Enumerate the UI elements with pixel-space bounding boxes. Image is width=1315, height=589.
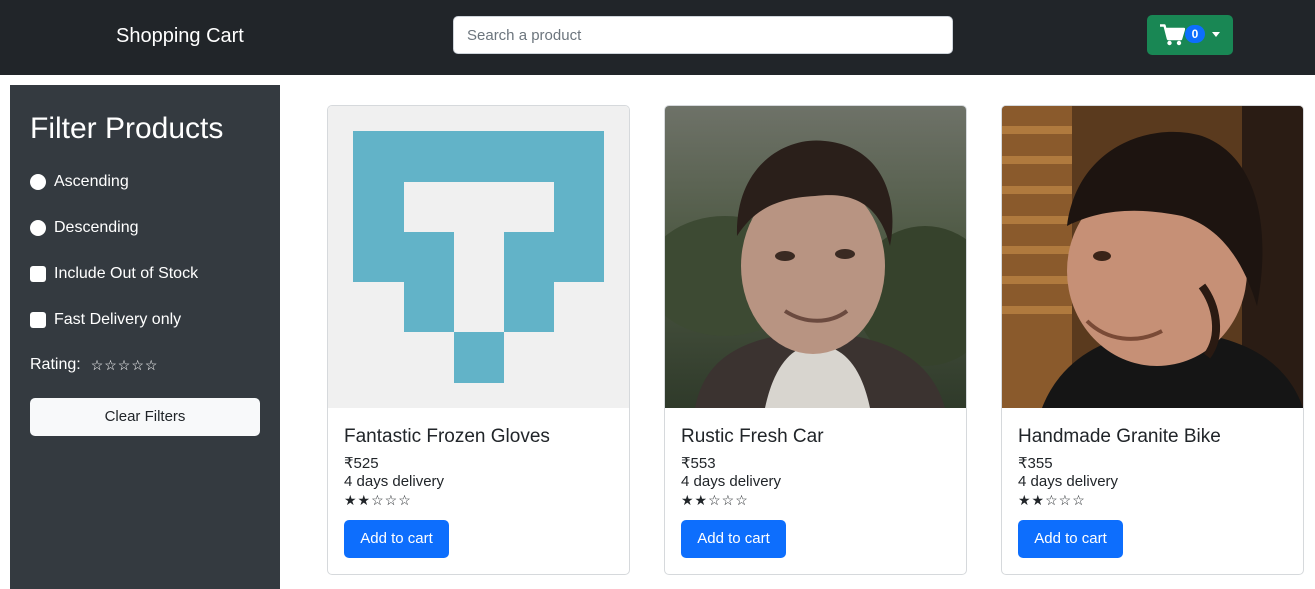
checkbox-icon[interactable] (30, 312, 46, 328)
product-card: Fantastic Frozen Gloves ₹525 4 days deli… (327, 105, 630, 575)
filter-title: Filter Products (30, 112, 224, 145)
add-to-cart-button[interactable]: Add to cart (681, 520, 786, 558)
product-person-photo (665, 106, 966, 408)
checkbox-icon[interactable] (30, 266, 46, 282)
product-title: Rustic Fresh Car (681, 426, 824, 447)
product-rating-stars: ★★☆☆☆ (681, 492, 749, 508)
clear-filters-button[interactable]: Clear Filters (30, 398, 260, 436)
product-price: ₹355 (1018, 455, 1053, 472)
brand-title[interactable]: Shopping Cart (116, 24, 244, 48)
add-to-cart-button[interactable]: Add to cart (1018, 520, 1123, 558)
product-card: Handmade Granite Bike ₹355 4 days delive… (1001, 105, 1304, 575)
product-identicon-image (328, 106, 629, 408)
product-person-photo (1002, 106, 1303, 408)
product-rating-stars: ★★☆☆☆ (344, 492, 412, 508)
product-card: Rustic Fresh Car ₹553 4 days delivery ★★… (664, 105, 967, 575)
sort-ascending-radio[interactable]: Ascending (30, 171, 129, 193)
product-title: Fantastic Frozen Gloves (344, 426, 550, 447)
option-label: Ascending (54, 173, 129, 190)
rating-filter: Rating: ☆☆☆☆☆ (30, 356, 158, 374)
rating-label: Rating: (30, 356, 81, 373)
radio-icon[interactable] (30, 220, 46, 236)
option-label: Fast Delivery only (54, 311, 182, 328)
top-navbar: Shopping Cart 0 (0, 0, 1315, 75)
option-label: Descending (54, 219, 139, 236)
radio-icon[interactable] (30, 174, 46, 190)
search-input[interactable] (453, 16, 953, 54)
rating-stars-icon[interactable]: ☆☆☆☆☆ (91, 357, 159, 374)
option-label: Include Out of Stock (54, 265, 199, 282)
shopping-cart-icon (1160, 24, 1185, 46)
filter-sidebar: Filter Products Ascending Descending Inc… (10, 85, 280, 589)
product-delivery: 4 days delivery (1018, 473, 1119, 490)
fast-delivery-checkbox[interactable]: Fast Delivery only (30, 309, 181, 331)
product-rating-stars: ★★☆☆☆ (1018, 492, 1086, 508)
product-delivery: 4 days delivery (681, 473, 782, 490)
cart-dropdown-button[interactable]: 0 (1147, 15, 1233, 55)
add-to-cart-button[interactable]: Add to cart (344, 520, 449, 558)
product-price: ₹553 (681, 455, 716, 472)
include-out-of-stock-checkbox[interactable]: Include Out of Stock (30, 263, 198, 285)
sort-descending-radio[interactable]: Descending (30, 217, 139, 239)
chevron-down-icon (1212, 32, 1220, 37)
product-delivery: 4 days delivery (344, 473, 445, 490)
product-title: Handmade Granite Bike (1018, 426, 1221, 447)
cart-count-badge: 0 (1185, 25, 1205, 43)
product-price: ₹525 (344, 455, 379, 472)
